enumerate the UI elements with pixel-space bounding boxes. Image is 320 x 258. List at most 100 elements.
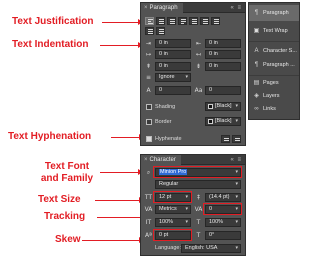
pages-icon: ▤ [253,80,260,86]
horizontal-scale-field[interactable]: 100% [205,218,241,227]
first-line-indent-field[interactable]: 0 in [155,50,191,59]
dock-item-text-wrap[interactable]: ▣ Text Wrap [249,23,299,39]
annotation-text-size: Text Size [38,194,81,205]
language-label: Language: [155,245,181,251]
space-before-field[interactable]: 0 in [155,62,191,71]
tab-paragraph-label: Paragraph [149,5,178,11]
space-after-field[interactable]: 0 in [205,62,241,71]
shading-color-select[interactable]: [Black] [205,102,241,111]
dock-item-label: Paragraph [263,10,289,16]
leading-icon: ‡ [197,194,200,201]
dock-item-links[interactable]: ∞ Links [249,101,299,117]
justify-left-button[interactable] [178,17,187,25]
paragraph-panel-header: × Paragraph « ≡ [141,3,245,13]
annotation-arrow [111,134,144,140]
vertical-scale-field[interactable]: 100% [155,218,191,227]
hyphenate-label: Hyphenate [155,136,182,142]
first-line-indent-icon: ↦ [145,51,152,58]
space-after-icon: ⇟ [195,63,202,70]
drop-cap-chars-icon: Aa [194,87,203,94]
annotation-skew: Skew [55,234,81,245]
align-towards-spine-button[interactable] [145,27,154,35]
justify-center-button[interactable] [189,17,198,25]
border-label: Border [155,119,172,125]
highlight-tracking [203,203,242,215]
space-before-icon: ⇞ [145,63,152,70]
justify-right-button[interactable] [200,17,209,25]
baseline-shift-icon: Aª [145,232,152,239]
align-to-grid-select[interactable]: Ignore [155,73,191,82]
justify-all-button[interactable] [211,17,220,25]
leading-field[interactable]: (14.4 pt) [205,193,241,202]
skew-field[interactable]: 0° [205,231,241,240]
highlight-font-family [153,166,242,178]
annotation-text-justification: Text Justification [12,16,94,27]
panel-menu-icon[interactable]: « ≡ [230,157,242,163]
close-icon[interactable]: × [144,157,148,163]
paragraph-styles-icon: ¶ [254,62,259,68]
panel-menu-icon[interactable]: « ≡ [230,5,242,11]
annotation-tracking: Tracking [44,211,86,222]
dock-item-label: Text Wrap [263,28,288,34]
dock-item-label: Paragraph ... [263,62,295,68]
annotation-arrow [100,169,143,175]
align-right-button[interactable] [167,17,176,25]
right-indent-icon: ⇤ [195,40,202,47]
dock-item-label: Character S... [263,48,297,54]
annotation-text-hyphenation: Text Hyphenation [8,131,92,142]
highlight-font-size [153,191,192,203]
border-color-value: [Black] [215,118,232,124]
align-to-grid-icon: ≡ [145,74,152,81]
skew-icon: T [196,232,201,239]
dock-item-paragraph-styles[interactable]: ¶ Paragraph ... [249,57,299,73]
left-indent-field[interactable]: 0 in [155,39,191,48]
last-line-indent-icon: ↤ [195,51,202,58]
shading-checkbox[interactable] [146,104,152,110]
grid-align-button[interactable] [232,135,241,143]
border-color-select[interactable]: [Black] [205,117,241,126]
tracking-icon: VA [194,206,203,213]
drop-cap-lines-field[interactable]: 0 [155,86,191,95]
hyphenate-checkbox[interactable] [146,136,152,142]
character-styles-icon: A [254,48,259,54]
align-left-button[interactable] [145,17,154,25]
vertical-scale-icon: IT [145,219,152,226]
annotation-arrow [100,42,143,48]
kerning-select[interactable]: Metrics [155,205,191,214]
annotation-text-indentation: Text Indentation [12,39,89,50]
text-wrap-icon: ▣ [253,28,260,34]
font-search-icon: ⌕ [146,169,151,176]
horizontal-scale-icon: T [196,219,201,226]
align-center-button[interactable] [156,17,165,25]
dock-item-label: Links [263,106,276,112]
right-dock: ¶ Paragraph ▣ Text Wrap A Character S... ¶ P… [248,2,300,120]
black-swatch-icon [208,104,213,109]
black-swatch-icon [208,119,213,124]
border-checkbox[interactable] [146,119,152,125]
character-panel-header: × Character « ≡ [141,155,245,165]
font-style-select[interactable]: Regular [155,180,241,189]
font-size-icon: TT [144,194,153,201]
paragraph-panel: × Paragraph « ≡ ⇥ 0 in ⇤ 0 in ↦ 0 in ↤ 0 … [140,2,246,146]
drop-cap-chars-field[interactable]: 0 [205,86,241,95]
dock-item-label: Layers [263,93,280,99]
highlight-skew [153,229,192,241]
drop-cap-lines-icon: A [146,87,151,94]
tab-paragraph[interactable]: × Paragraph [141,3,183,13]
dock-separator [249,41,299,42]
close-icon[interactable]: × [144,5,148,11]
language-select[interactable]: English: USA [181,244,241,253]
align-away-spine-button[interactable] [156,27,165,35]
annotation-text-font-line1: Text Font [44,161,90,172]
annotation-arrow [82,237,144,243]
left-indent-icon: ⇥ [145,40,152,47]
last-line-indent-field[interactable]: 0 in [205,50,241,59]
right-indent-field[interactable]: 0 in [205,39,241,48]
tab-character[interactable]: × Character [141,155,181,165]
dock-item-label: Pages [263,80,279,86]
tab-character-label: Character [149,157,176,163]
kerning-icon: VA [144,206,153,213]
balance-lines-button[interactable] [221,135,230,143]
dock-item-paragraph[interactable]: ¶ Paragraph [249,5,299,21]
layers-icon: ◈ [254,93,259,99]
